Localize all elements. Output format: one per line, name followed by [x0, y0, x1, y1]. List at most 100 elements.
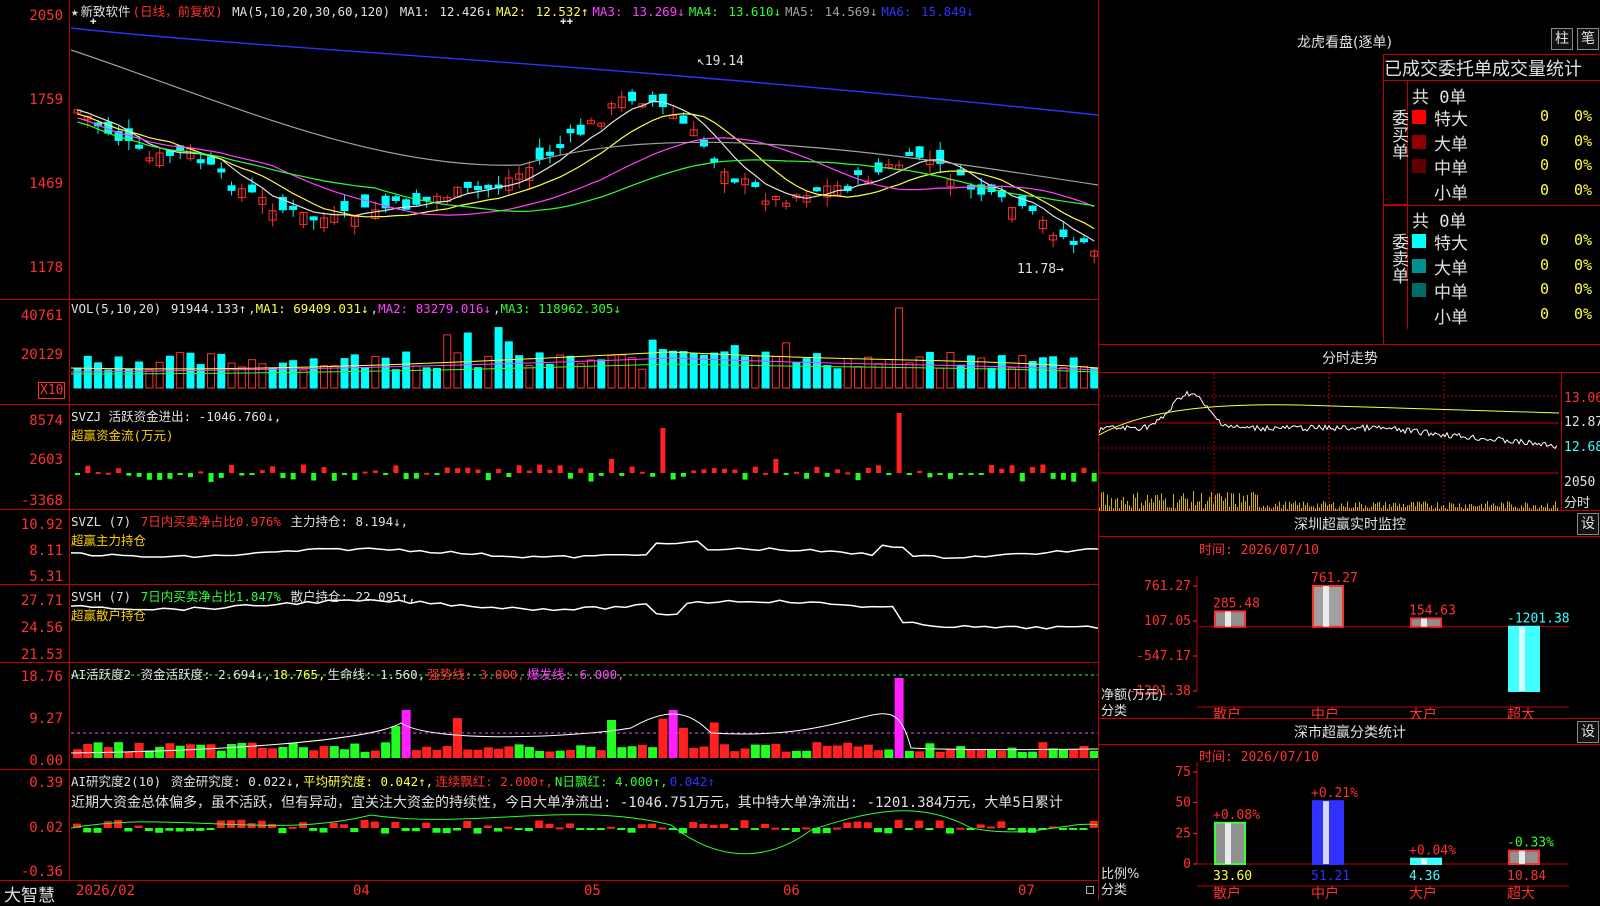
activity-bar: [278, 746, 288, 758]
sz-class-settings-button[interactable]: 设: [1577, 721, 1599, 743]
flow-bar: [393, 465, 399, 473]
color-swatch: [1412, 134, 1426, 149]
chart-axis-label: 25: [1175, 826, 1191, 841]
intraday-vol-bar: [1121, 500, 1122, 511]
category-label: 散户: [1213, 885, 1241, 900]
volume-bar: [812, 353, 821, 389]
tick-mode-button[interactable]: 笔: [1577, 28, 1599, 50]
activity-bar: [473, 749, 483, 758]
flow-bar: [722, 468, 728, 473]
intraday-panel[interactable]: 分时走势 13.06 12.87 12.68 2050 分时: [1099, 345, 1600, 511]
candlestick-chart[interactable]: [71, 0, 1098, 300]
flow-bar: [896, 413, 902, 473]
bar-value-label: +0.04%: [1409, 844, 1456, 859]
volume-panel[interactable]: 40761 20129 X10 VOL(5,10,20) 91944.133↑,…: [0, 300, 1098, 405]
dragon-row: 大单 0 0%: [1408, 254, 1600, 279]
category-bar: [1508, 625, 1540, 692]
ma-item: MA2: 12.532↑: [496, 4, 589, 19]
activity-bar: [196, 744, 206, 758]
flow-bar: [845, 472, 851, 475]
intraday-vol-bar: [1325, 502, 1326, 511]
research-bar: [565, 823, 574, 828]
volume-bar: [73, 367, 82, 389]
intraday-vol-bar: [1501, 502, 1502, 511]
sz-class-chart[interactable]: 75 50 25 0 +0.08% 散户33.60 +0.21% 中户51.21 +0.04% 大…: [1099, 744, 1600, 900]
bar-value-label: +0.08%: [1213, 808, 1260, 823]
volume-bar: [278, 362, 287, 389]
row-pct: 0%: [1574, 304, 1593, 323]
flow-bar: [167, 473, 173, 479]
intraday-vol-bar: [1223, 500, 1224, 511]
price-plot[interactable]: [71, 0, 1098, 299]
volume-name: VOL(5,10,20): [71, 301, 162, 316]
svsh-header: SVSH (7) 7日内买卖净占比1.847% 散户持仓: 22.095↑, 超…: [71, 586, 418, 624]
activity-bar: [452, 718, 462, 758]
volume-bar: [802, 358, 811, 389]
row-label: 大单: [1434, 134, 1468, 155]
sz-monitor-chart[interactable]: 761.27 107.05 -547.17 -1201.38 285.48 散户 761.2…: [1099, 536, 1600, 719]
price-panel[interactable]: 2050 1759 1469 1178 ★ 新致软件 (日线，前复权) MA(5,1…: [0, 0, 1098, 300]
intraday-vol-bar: [1243, 495, 1244, 511]
volume-bar: [104, 369, 113, 389]
flow-bar: [752, 466, 758, 473]
sz-class-panel[interactable]: 深市超赢分类统计 设 时间: 2026/07/10 75 50 25 0 +0.08% 散…: [1099, 719, 1600, 900]
chart-mode[interactable]: (日线，前复权): [133, 4, 223, 19]
intraday-vol-bar: [1207, 500, 1208, 511]
activity-bar: [216, 750, 226, 758]
intraday-vol-bar: [1225, 498, 1226, 511]
intraday-vol-bar: [1197, 501, 1198, 511]
svzj-panel[interactable]: 8574 2603 -3368 SVZJ 活跃资金进出: -1046.760↓,…: [0, 405, 1098, 510]
flow-bar: [1081, 467, 1087, 473]
activity-bar: [1079, 745, 1089, 758]
volume-bar: [977, 357, 986, 389]
category-bar: [1312, 585, 1344, 628]
ai-active-panel[interactable]: 18.76 9.27 0.00 AI活跃度2 资金活跃度: 2.694↓, 18.…: [0, 663, 1098, 770]
lock-icon[interactable]: [1086, 886, 1094, 894]
intraday-vol-bar: [1101, 492, 1102, 511]
research-bar: [730, 828, 739, 830]
research-bar: [761, 823, 770, 828]
chart-axis-label: 75: [1175, 765, 1191, 780]
activity-bar: [288, 743, 298, 758]
research-bar: [329, 822, 338, 828]
flow-bar: [783, 473, 789, 475]
intraday-chart[interactable]: [1099, 373, 1559, 511]
activity-bar: [155, 746, 165, 758]
ai-research-panel[interactable]: 0.39 0.02 -0.36 AI研究度2(10) 资金研究度: 0.022↓…: [0, 770, 1098, 880]
intraday-vol-bar: [1279, 501, 1280, 511]
color-swatch: [1412, 234, 1426, 248]
intraday-vol-bar: [1151, 498, 1152, 511]
flow-bar: [1071, 473, 1077, 482]
activity-bar: [227, 744, 237, 758]
activity-bar: [381, 742, 391, 758]
research-bar: [422, 822, 431, 828]
flow-bar: [711, 468, 717, 473]
svzl-axis-label: 5.31: [29, 569, 63, 585]
chart-area[interactable]: 2050 1759 1469 1178 ★ 新致软件 (日线，前复权) MA(5,1…: [0, 0, 1098, 906]
intraday-vol-bar: [1331, 504, 1332, 511]
intraday-vol-bar: [1511, 504, 1512, 511]
ma-item: MA3: 13.269↓: [592, 4, 685, 19]
row-count: 0: [1540, 107, 1550, 125]
flow-bar: [547, 469, 553, 473]
research-bar: [278, 828, 287, 834]
sz-monitor-settings-button[interactable]: 设: [1577, 513, 1599, 535]
flow-bar: [290, 473, 296, 480]
bar-mode-button[interactable]: 柱: [1551, 28, 1573, 50]
sz-monitor-panel[interactable]: 深圳超赢实时监控 设 时间: 2026/07/10 761.27 107.05 -5…: [1099, 511, 1600, 719]
candle: [566, 128, 575, 134]
ma-item: MA5: 14.569↓: [785, 4, 878, 19]
volume-bar: [319, 365, 328, 389]
svsh-panel[interactable]: 27.71 24.56 21.53 SVSH (7) 7日内买卖净占比1.847…: [0, 585, 1098, 663]
date-label: 07: [1018, 883, 1035, 899]
activity-bar: [884, 749, 894, 758]
research-bar: [617, 828, 626, 830]
volume-bar: [710, 352, 719, 389]
candle: [463, 181, 472, 188]
sell-block: 委卖单: [1384, 205, 1408, 329]
svzl-panel[interactable]: 10.92 8.11 5.31 SVZL (7) 7日内买卖净占比0.976% …: [0, 510, 1098, 585]
intraday-vol-bar: [1199, 501, 1200, 511]
svsh-name: SVSH (7): [71, 589, 132, 604]
flow-bar: [249, 473, 255, 475]
activity-bar: [956, 746, 966, 758]
